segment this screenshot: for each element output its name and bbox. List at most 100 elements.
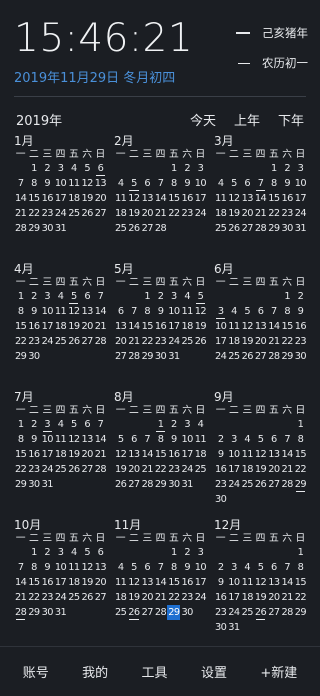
day-cell[interactable]: 19 bbox=[67, 319, 80, 334]
day-cell[interactable]: 13 bbox=[94, 176, 107, 191]
day-cell[interactable]: 11 bbox=[214, 191, 227, 206]
day-cell[interactable]: 10 bbox=[180, 432, 193, 447]
day-cell[interactable]: 15 bbox=[167, 191, 180, 206]
day-cell[interactable]: 1 bbox=[14, 289, 27, 304]
day-cell[interactable]: 1 bbox=[141, 289, 154, 304]
day-cell[interactable]: 7 bbox=[280, 432, 293, 447]
day-cell[interactable]: 5 bbox=[127, 560, 140, 575]
day-cell[interactable]: 9 bbox=[214, 575, 227, 590]
day-cell[interactable]: 17 bbox=[194, 191, 207, 206]
day-cell[interactable]: 6 bbox=[241, 176, 254, 191]
day-cell[interactable]: 23 bbox=[27, 462, 40, 477]
day-cell[interactable]: 14 bbox=[154, 575, 167, 590]
day-cell[interactable]: 16 bbox=[27, 447, 40, 462]
day-cell[interactable]: 8 bbox=[280, 304, 293, 319]
day-cell[interactable]: 18 bbox=[241, 462, 254, 477]
day-cell[interactable]: 10 bbox=[41, 432, 54, 447]
day-cell[interactable]: 14 bbox=[14, 191, 27, 206]
day-cell[interactable]: 7 bbox=[127, 304, 140, 319]
day-cell[interactable]: 11 bbox=[67, 560, 80, 575]
day-cell[interactable]: 29 bbox=[294, 477, 307, 492]
day-cell[interactable]: 13 bbox=[80, 304, 93, 319]
day-cell[interactable]: 6 bbox=[114, 304, 127, 319]
day-cell[interactable]: 16 bbox=[180, 575, 193, 590]
day-cell[interactable]: 26 bbox=[254, 605, 267, 620]
day-cell[interactable]: 17 bbox=[54, 575, 67, 590]
day-cell[interactable]: 18 bbox=[180, 319, 193, 334]
day-cell[interactable]: 19 bbox=[241, 334, 254, 349]
day-cell[interactable]: 30 bbox=[214, 620, 227, 635]
day-cell[interactable]: 8 bbox=[167, 176, 180, 191]
day-cell[interactable]: 16 bbox=[294, 319, 307, 334]
day-cell[interactable]: 5 bbox=[67, 289, 80, 304]
day-cell[interactable]: 18 bbox=[194, 447, 207, 462]
day-cell[interactable]: 26 bbox=[127, 221, 140, 236]
day-cell[interactable]: 25 bbox=[67, 590, 80, 605]
day-cell[interactable]: 25 bbox=[194, 462, 207, 477]
day-cell[interactable]: 4 bbox=[67, 545, 80, 560]
day-cell[interactable]: 20 bbox=[141, 590, 154, 605]
day-cell[interactable]: 5 bbox=[254, 432, 267, 447]
day-cell[interactable]: 24 bbox=[227, 605, 240, 620]
day-cell[interactable]: 8 bbox=[294, 560, 307, 575]
day-cell[interactable]: 26 bbox=[80, 206, 93, 221]
day-cell[interactable]: 1 bbox=[280, 289, 293, 304]
day-cell[interactable]: 8 bbox=[14, 432, 27, 447]
day-cell[interactable]: 31 bbox=[294, 221, 307, 236]
day-cell[interactable]: 4 bbox=[214, 176, 227, 191]
day-cell[interactable]: 3 bbox=[180, 417, 193, 432]
day-cell[interactable]: 7 bbox=[94, 289, 107, 304]
day-cell[interactable]: 16 bbox=[41, 191, 54, 206]
day-cell[interactable]: 8 bbox=[14, 304, 27, 319]
day-cell[interactable]: 15 bbox=[267, 191, 280, 206]
day-cell[interactable]: 5 bbox=[254, 560, 267, 575]
day-cell[interactable]: 29 bbox=[141, 349, 154, 364]
day-cell[interactable]: 25 bbox=[67, 206, 80, 221]
day-cell[interactable]: 28 bbox=[14, 605, 27, 620]
day-cell[interactable]: 18 bbox=[67, 575, 80, 590]
day-cell[interactable]: 26 bbox=[254, 477, 267, 492]
day-cell[interactable]: 2 bbox=[214, 560, 227, 575]
day-cell[interactable]: 7 bbox=[14, 560, 27, 575]
day-cell[interactable]: 23 bbox=[167, 462, 180, 477]
day-cell[interactable]: 6 bbox=[94, 545, 107, 560]
day-cell[interactable]: 19 bbox=[254, 462, 267, 477]
day-cell[interactable]: 26 bbox=[67, 334, 80, 349]
day-cell[interactable]: 7 bbox=[94, 417, 107, 432]
day-cell[interactable]: 28 bbox=[280, 605, 293, 620]
day-cell[interactable]: 30 bbox=[27, 349, 40, 364]
day-cell[interactable]: 1 bbox=[14, 417, 27, 432]
day-cell[interactable]: 1 bbox=[154, 417, 167, 432]
day-cell[interactable]: 24 bbox=[194, 206, 207, 221]
day-cell[interactable]: 8 bbox=[167, 560, 180, 575]
day-cell[interactable]: 24 bbox=[227, 477, 240, 492]
day-cell[interactable]: 10 bbox=[54, 560, 67, 575]
day-cell[interactable]: 21 bbox=[14, 590, 27, 605]
day-cell[interactable]: 4 bbox=[54, 289, 67, 304]
day-cell[interactable]: 29 bbox=[267, 221, 280, 236]
day-cell[interactable]: 25 bbox=[180, 334, 193, 349]
day-cell[interactable]: 28 bbox=[94, 462, 107, 477]
day-cell[interactable]: 5 bbox=[127, 176, 140, 191]
day-cell[interactable]: 21 bbox=[280, 590, 293, 605]
day-cell[interactable]: 30 bbox=[41, 605, 54, 620]
day-cell[interactable]: 14 bbox=[280, 447, 293, 462]
day-cell[interactable]: 22 bbox=[267, 206, 280, 221]
day-cell[interactable]: 8 bbox=[27, 560, 40, 575]
day-cell-today[interactable]: 29 bbox=[167, 605, 181, 620]
day-cell[interactable]: 6 bbox=[94, 161, 107, 176]
day-cell[interactable]: 13 bbox=[94, 560, 107, 575]
day-cell[interactable]: 9 bbox=[214, 447, 227, 462]
day-cell[interactable]: 28 bbox=[154, 221, 167, 236]
day-cell[interactable]: 10 bbox=[167, 304, 180, 319]
day-cell[interactable]: 18 bbox=[67, 191, 80, 206]
day-cell[interactable]: 3 bbox=[194, 545, 207, 560]
day-cell[interactable]: 14 bbox=[280, 575, 293, 590]
day-cell[interactable]: 14 bbox=[94, 304, 107, 319]
day-cell[interactable]: 15 bbox=[294, 447, 307, 462]
day-cell[interactable]: 12 bbox=[127, 191, 140, 206]
day-cell[interactable]: 15 bbox=[280, 319, 293, 334]
day-cell[interactable]: 13 bbox=[141, 575, 154, 590]
day-cell[interactable]: 17 bbox=[41, 319, 54, 334]
day-cell[interactable]: 27 bbox=[80, 334, 93, 349]
